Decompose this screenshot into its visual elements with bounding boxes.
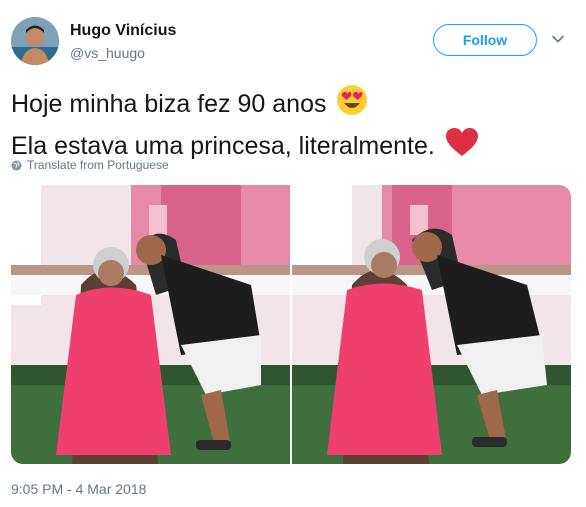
tweet-photo-1[interactable]	[11, 185, 290, 464]
chevron-down-icon[interactable]	[551, 32, 565, 46]
tweet-timestamp[interactable]: 9:05 PM - 4 Mar 2018	[11, 481, 146, 497]
tweet-line-2-text: Ela estava uma princesa, literalmente.	[11, 132, 435, 161]
translate-link[interactable]: Translate from Portuguese	[11, 158, 169, 172]
globe-icon	[11, 159, 22, 171]
tweet-photo-2[interactable]	[292, 185, 571, 464]
red-heart-icon	[445, 127, 479, 168]
tweet-text: Hoje minha biza fez 90 anos Ela estava u…	[11, 84, 479, 168]
heart-eyes-icon	[336, 84, 368, 127]
follow-button[interactable]: Follow	[433, 24, 537, 56]
author-name[interactable]: Hugo Vinícius	[70, 22, 176, 40]
translate-label: Translate from Portuguese	[27, 158, 169, 172]
tweet-line-1: Hoje minha biza fez 90 anos	[11, 84, 479, 127]
avatar[interactable]	[11, 17, 59, 65]
media-grid	[11, 185, 571, 464]
author-handle[interactable]: @vs_huugo	[70, 45, 145, 61]
tweet-line-1-text: Hoje minha biza fez 90 anos	[11, 90, 327, 119]
